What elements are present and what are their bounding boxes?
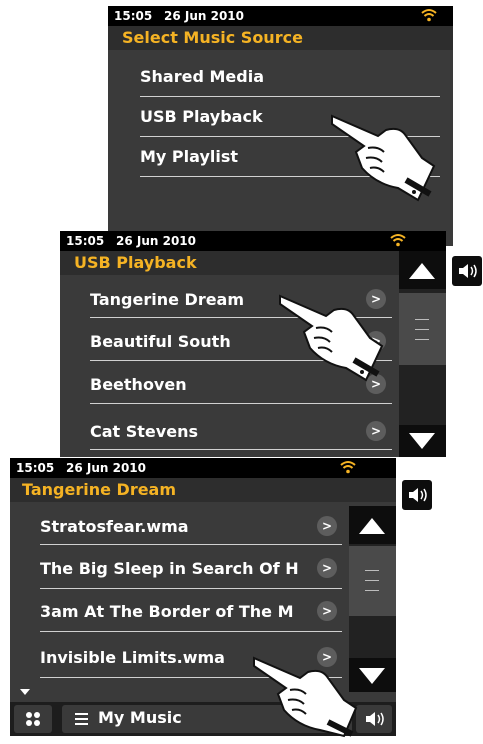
arrow-down-icon: [409, 433, 435, 449]
divider: [40, 588, 342, 589]
hand-pointer-icon: [248, 650, 368, 744]
status-bar: 15:05 26 Jun 2010: [60, 231, 446, 251]
status-time: 15:05: [66, 234, 105, 248]
grip-line: [365, 590, 379, 591]
volume-icon: [409, 488, 427, 502]
list-item-track[interactable]: The Big Sleep in Search Of H: [40, 559, 315, 578]
chevron-right-icon[interactable]: >: [317, 516, 337, 536]
menu-item-usb-playback[interactable]: USB Playback: [140, 107, 263, 126]
divider: [40, 544, 342, 545]
scrollbar[interactable]: [399, 251, 446, 457]
wifi-icon: [390, 233, 406, 253]
hand-pointer-icon: [274, 288, 394, 392]
chevron-right-icon[interactable]: >: [317, 558, 337, 578]
grid-icon: [26, 712, 40, 726]
volume-icon: [459, 264, 477, 278]
menu-icon: [75, 713, 88, 725]
more-below-icon: [20, 689, 30, 695]
wifi-icon: [421, 8, 437, 28]
status-time: 15:05: [114, 9, 153, 23]
page-title: USB Playback: [60, 251, 446, 275]
scroll-up-button[interactable]: [399, 251, 446, 289]
list-item-tangerine-dream[interactable]: Tangerine Dream: [90, 290, 244, 309]
chevron-right-icon[interactable]: >: [317, 601, 337, 621]
menu-item-my-playlist[interactable]: My Playlist: [140, 147, 238, 166]
status-date: 26 Jun 2010: [66, 461, 147, 475]
list-item-beethoven[interactable]: Beethoven: [90, 375, 187, 394]
volume-button[interactable]: [402, 480, 432, 510]
list-item-track[interactable]: 3am At The Border of The M: [40, 602, 315, 621]
status-bar: 15:05 26 Jun 2010: [108, 6, 453, 26]
status-bar: 15:05 26 Jun 2010: [10, 458, 396, 478]
divider: [140, 96, 440, 97]
menu-item-shared-media[interactable]: Shared Media: [140, 67, 264, 86]
grip-line: [415, 329, 429, 330]
page-title: Select Music Source: [108, 26, 453, 50]
bottom-label: My Music: [98, 708, 182, 727]
status-date: 26 Jun 2010: [164, 9, 245, 23]
grip-line: [365, 570, 379, 571]
hand-pointer-icon: [326, 108, 446, 212]
divider: [90, 449, 392, 450]
scroll-down-button[interactable]: [399, 425, 446, 457]
chevron-right-icon[interactable]: >: [366, 421, 386, 441]
scroll-thumb[interactable]: [349, 546, 396, 616]
status-time: 15:05: [16, 461, 55, 475]
page-title: Tangerine Dream: [10, 478, 396, 502]
list-item-track[interactable]: Stratosfear.wma: [40, 517, 308, 536]
scroll-thumb[interactable]: [399, 293, 446, 365]
grip-line: [415, 319, 429, 320]
wifi-icon: [340, 460, 356, 480]
grip-line: [365, 580, 379, 581]
list-item-cat-stevens[interactable]: Cat Stevens: [90, 422, 198, 441]
grid-button[interactable]: [14, 705, 52, 733]
scroll-up-button[interactable]: [349, 506, 396, 544]
volume-button[interactable]: [452, 256, 482, 286]
divider: [40, 631, 342, 632]
arrow-up-icon: [359, 518, 385, 534]
divider: [90, 403, 392, 404]
grip-line: [415, 339, 429, 340]
status-date: 26 Jun 2010: [116, 234, 197, 248]
arrow-up-icon: [409, 263, 435, 279]
list-item-beautiful-south[interactable]: Beautiful South: [90, 332, 231, 351]
